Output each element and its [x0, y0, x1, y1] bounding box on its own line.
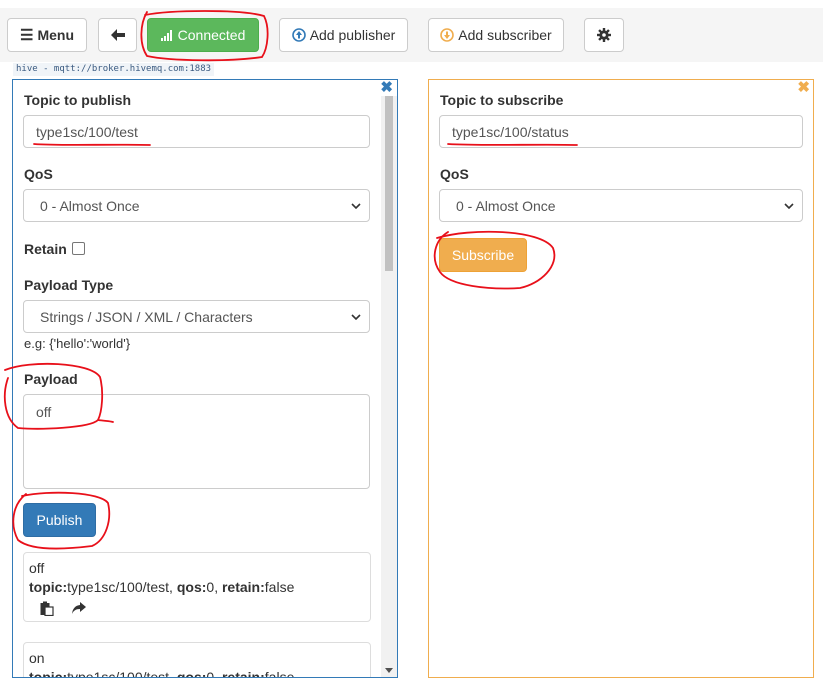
topic-key: topic: — [29, 669, 68, 678]
message-qos: 0, — [206, 669, 219, 678]
message-item: on topic:type1sc/100/test, qos:0, retain… — [23, 642, 371, 678]
arrow-circle-down-icon — [440, 28, 455, 42]
close-icon[interactable]: ✖ — [380, 80, 393, 96]
message-meta: topic:type1sc/100/test, qos:0, retain:fa… — [29, 578, 365, 597]
topic-subscribe-label: Topic to subscribe — [440, 92, 564, 108]
qos-select-value: 0 - Almost Once — [456, 197, 556, 214]
payload-label: Payload — [24, 371, 78, 387]
add-publisher-button[interactable]: Add publisher — [279, 18, 408, 52]
topic-publish-label: Topic to publish — [24, 92, 132, 108]
broker-label: hive - mqtt://broker.hivemq.com:1883 — [13, 63, 215, 76]
publish-button[interactable]: Publish — [23, 503, 96, 537]
subscribe-label: Subscribe — [451, 247, 515, 263]
retain-key: retain: — [221, 669, 265, 678]
add-subscriber-button[interactable]: Add subscriber — [428, 18, 564, 52]
qos-select[interactable]: 0 - Almost Once — [439, 189, 803, 222]
payload-hint: e.g: {'hello':'world'} — [24, 336, 131, 351]
share-icon[interactable] — [72, 602, 86, 614]
subscriber-panel: ✖ Topic to subscribe type1sc/100/status … — [428, 79, 814, 678]
payload-type-label: Payload Type — [24, 277, 114, 293]
publish-label: Publish — [36, 512, 83, 528]
topic-subscribe-value: type1sc/100/status — [452, 123, 569, 140]
gear-icon — [597, 28, 611, 42]
back-button[interactable] — [98, 18, 137, 52]
scroll-thumb[interactable] — [385, 96, 393, 271]
message-item: off topic:type1sc/100/test, qos:0, retai… — [23, 552, 371, 622]
qos-label: QoS — [24, 166, 53, 182]
retain-label: Retain — [24, 241, 67, 257]
qos-key: qos: — [176, 579, 207, 595]
subscribe-button[interactable]: Subscribe — [439, 238, 527, 272]
hamburger-icon: ☰ — [19, 27, 34, 44]
qos-key: qos: — [176, 669, 207, 678]
message-payload: on — [29, 650, 45, 666]
message-retain: false — [264, 579, 295, 595]
payload-type-value: Strings / JSON / XML / Characters — [40, 308, 253, 325]
chevron-down-icon — [351, 313, 361, 320]
menu-button[interactable]: ☰ Menu — [7, 18, 87, 52]
connected-label: Connected — [177, 27, 246, 43]
retain-checkbox[interactable] — [72, 242, 85, 255]
add-subscriber-label: Add subscriber — [458, 27, 552, 43]
menu-label: Menu — [37, 27, 74, 43]
arrow-circle-up-icon — [291, 28, 306, 42]
publisher-panel: ✖ Topic to publish type1sc/100/test QoS … — [12, 79, 398, 678]
message-topic: type1sc/100/test, — [67, 579, 173, 595]
qos-select-value: 0 - Almost Once — [40, 197, 140, 214]
message-topic: type1sc/100/test, — [67, 669, 173, 678]
close-icon[interactable]: ✖ — [797, 80, 810, 96]
connected-button[interactable]: Connected — [147, 18, 259, 52]
topic-publish-input[interactable]: type1sc/100/test — [23, 115, 370, 148]
scrollbar[interactable] — [381, 96, 397, 677]
retain-key: retain: — [221, 579, 265, 595]
signal-icon — [160, 30, 172, 41]
paste-icon[interactable] — [40, 601, 54, 616]
chevron-down-icon — [351, 202, 361, 209]
arrow-left-icon — [110, 29, 125, 41]
message-meta: topic:type1sc/100/test, qos:0, retain:fa… — [29, 668, 365, 678]
message-payload: off — [29, 560, 45, 576]
qos-select[interactable]: 0 - Almost Once — [23, 189, 370, 222]
topic-subscribe-input[interactable]: type1sc/100/status — [439, 115, 803, 148]
payload-type-select[interactable]: Strings / JSON / XML / Characters — [23, 300, 370, 333]
scroll-down-icon[interactable] — [385, 668, 393, 673]
message-qos: 0, — [206, 579, 219, 595]
settings-button[interactable] — [584, 18, 624, 52]
payload-textarea[interactable]: off — [23, 394, 370, 489]
chevron-down-icon — [784, 202, 794, 209]
message-retain: false — [264, 669, 295, 678]
topic-publish-value: type1sc/100/test — [36, 123, 138, 140]
topic-key: topic: — [29, 579, 68, 595]
add-publisher-label: Add publisher — [309, 27, 396, 43]
toolbar: ☰ Menu Connected Add publisher Add subsc… — [0, 8, 823, 62]
qos-label: QoS — [440, 166, 469, 182]
